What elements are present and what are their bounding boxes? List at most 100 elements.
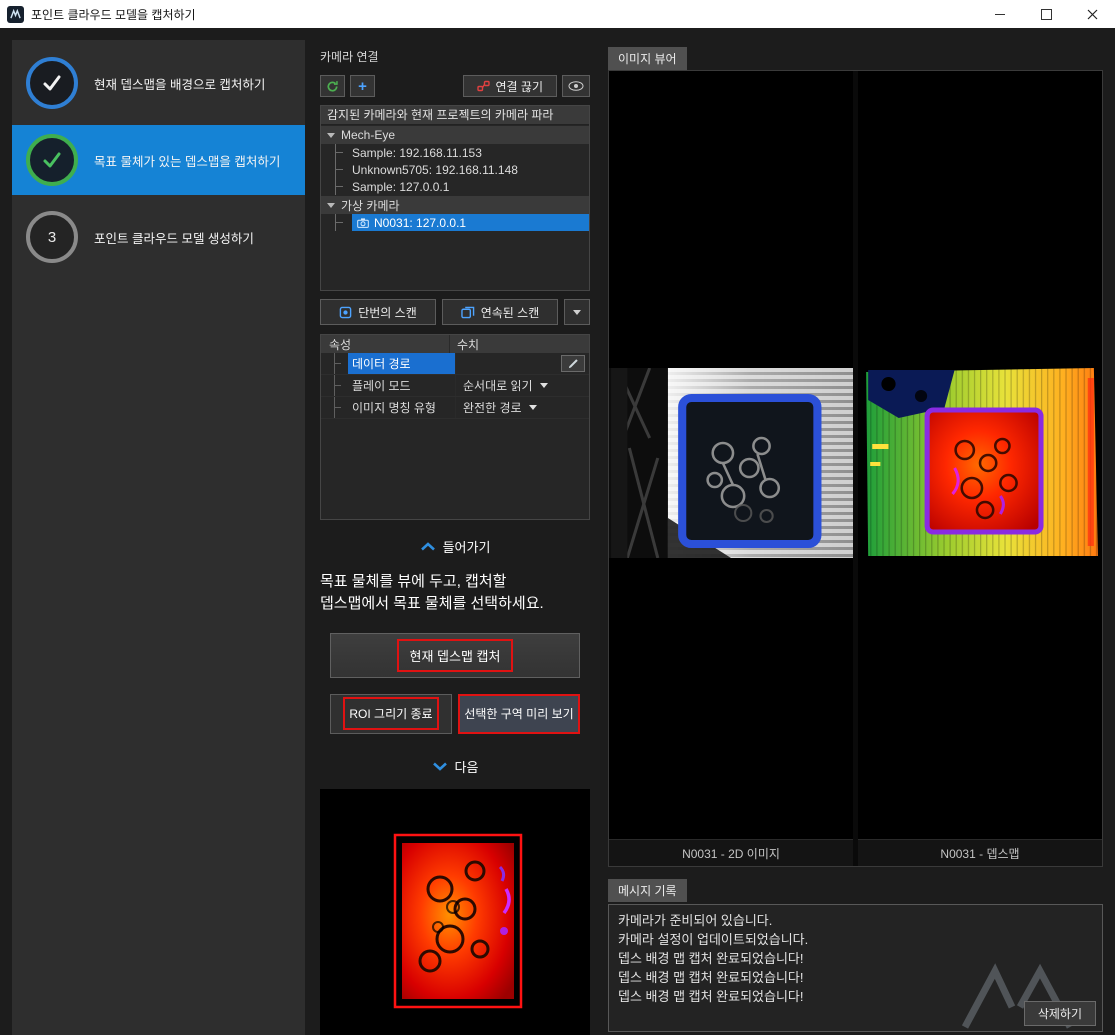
- image-viewer: N0031 - 2D 이미지: [608, 70, 1103, 867]
- camera-item[interactable]: Unknown5705: 192.168.11.148: [321, 161, 589, 178]
- delete-log-button[interactable]: 삭제하기: [1024, 1001, 1096, 1026]
- chevron-down-icon: [573, 310, 581, 315]
- value-column-header: 수치: [449, 335, 589, 353]
- camera-item[interactable]: Sample: 127.0.0.1: [321, 178, 589, 195]
- play-mode-value: 순서대로 읽기: [463, 377, 533, 394]
- window-controls: [977, 0, 1115, 28]
- expander-icon[interactable]: [327, 203, 335, 208]
- caption-2d-image: N0031 - 2D 이미지: [609, 839, 853, 866]
- single-scan-button[interactable]: 단번의 스캔: [320, 299, 436, 325]
- end-roi-drawing-button[interactable]: ROI 그리기 종료: [330, 694, 452, 734]
- property-name-play-mode: 플레이 모드: [348, 375, 455, 396]
- viewer-panel: 이미지 뷰어: [608, 47, 1103, 1032]
- step-3-generate-model[interactable]: 3 포인트 클라우드 모델 생성하기: [12, 202, 305, 272]
- log-message: 카메라 설정이 업데이트되었습니다.: [618, 930, 1093, 949]
- eye-icon: [568, 81, 584, 91]
- selected-camera-label: N0031: 127.0.0.1: [374, 216, 466, 230]
- continuous-scan-button[interactable]: 연속된 스캔: [442, 299, 558, 325]
- tree-branch: [335, 214, 347, 231]
- camera-item-label: Unknown5705: 192.168.11.148: [352, 163, 518, 177]
- step-2-label: 목표 물체가 있는 뎁스맵을 캡처하기: [94, 151, 280, 170]
- camera-item[interactable]: Sample: 192.168.11.153: [321, 144, 589, 161]
- message-log-tab[interactable]: 메시지 기록: [608, 879, 687, 902]
- message-log[interactable]: 카메라가 준비되어 있습니다. 카메라 설정이 업데이트되었습니다. 뎁스 배경…: [608, 904, 1103, 1032]
- image-depth-map[interactable]: [858, 71, 1102, 839]
- roi-preview-image: [320, 789, 590, 1035]
- tree-group-label: Mech-Eye: [341, 128, 395, 142]
- maximize-button[interactable]: [1023, 0, 1069, 28]
- table-row-image-name-type[interactable]: 이미지 명칭 유형 완전한 경로: [321, 397, 589, 419]
- capture-button-label: 현재 뎁스맵 캡처: [397, 639, 514, 672]
- disconnect-button[interactable]: 연결 끊기: [463, 75, 558, 97]
- step-3-number-badge: 3: [26, 211, 78, 263]
- single-scan-label: 단번의 스캔: [358, 304, 417, 321]
- refresh-icon: [326, 80, 339, 93]
- collapse-label: 들어가기: [443, 537, 491, 556]
- minimize-button[interactable]: [977, 0, 1023, 28]
- window-title: 포인트 클라우드 모델을 캡처하기: [31, 6, 196, 23]
- tree-group-label: 가상 카메라: [341, 197, 400, 214]
- viewer-panel-depth[interactable]: N0031 - 뎁스맵: [858, 71, 1102, 866]
- tree-group-mech-eye[interactable]: Mech-Eye: [321, 126, 589, 144]
- dropdown-arrow-icon: [529, 405, 537, 410]
- dropdown-arrow-icon: [540, 383, 548, 388]
- image-2d[interactable]: [609, 71, 853, 839]
- play-mode-select[interactable]: 순서대로 읽기: [455, 375, 589, 396]
- message-log-section: 메시지 기록 카메라가 준비되어 있습니다. 카메라 설정이 업데이트되었습니다…: [608, 879, 1103, 1032]
- pencil-icon: [568, 358, 579, 369]
- plus-icon: +: [358, 79, 367, 94]
- image-name-type-select[interactable]: 완전한 경로: [455, 397, 589, 418]
- edit-path-button[interactable]: [561, 355, 585, 372]
- tree-group-virtual-camera[interactable]: 가상 카메라: [321, 196, 589, 214]
- next-label: 다음: [455, 757, 479, 776]
- camera-list[interactable]: 감지된 카메라와 현재 프로젝트의 카메라 파라 Mech-Eye Sample…: [320, 105, 590, 291]
- property-name-image-name-type: 이미지 명칭 유형: [348, 397, 455, 418]
- disconnect-icon: [477, 80, 490, 92]
- continuous-scan-label: 연속된 스캔: [481, 304, 540, 321]
- maximize-icon: [1041, 9, 1052, 20]
- disconnect-label: 연결 끊기: [496, 78, 544, 95]
- camera-item-label: Sample: 127.0.0.1: [352, 180, 449, 194]
- app-window: 포인트 클라우드 모델을 캡처하기 현재 뎁스맵을 배경으로 캡처하기 목표 물: [0, 0, 1115, 1035]
- tree-branch: [334, 375, 344, 396]
- camera-icon: [357, 218, 369, 228]
- step-2-capture-target[interactable]: 목표 물체가 있는 뎁스맵을 캡처하기: [12, 125, 305, 195]
- roi-buttons-row: ROI 그리기 종료 선택한 구역 미리 보기: [330, 694, 580, 734]
- expander-icon[interactable]: [327, 133, 335, 138]
- selected-camera[interactable]: N0031: 127.0.0.1: [352, 214, 589, 231]
- camera-panel-title: 카메라 연결: [320, 48, 590, 65]
- next-section-link[interactable]: 다음: [320, 757, 590, 776]
- preview-selected-area-button[interactable]: 선택한 구역 미리 보기: [458, 694, 580, 734]
- continuous-scan-icon: [461, 306, 475, 319]
- log-message: 카메라가 준비되어 있습니다.: [618, 911, 1093, 930]
- close-icon: [1087, 9, 1098, 20]
- table-row-play-mode[interactable]: 플레이 모드 순서대로 읽기: [321, 375, 589, 397]
- image-name-type-value: 완전한 경로: [463, 399, 522, 416]
- property-name-data-path[interactable]: 데이터 경로: [348, 353, 455, 374]
- tree-branch: [335, 178, 347, 195]
- chevron-down-icon: [432, 762, 448, 771]
- step-1-capture-background[interactable]: 현재 뎁스맵을 배경으로 캡처하기: [12, 48, 305, 118]
- instruction-line-1: 목표 물체를 뷰에 두고, 캡처할: [320, 571, 590, 593]
- property-table[interactable]: 속성 수치 데이터 경로: [320, 334, 590, 520]
- tree-branch: [334, 397, 344, 418]
- table-row-data-path[interactable]: 데이터 경로: [321, 353, 589, 375]
- roi-button-label: ROI 그리기 종료: [343, 697, 438, 730]
- scan-options-dropdown[interactable]: [564, 299, 590, 325]
- eye-view-button[interactable]: [562, 75, 590, 97]
- image-viewer-tab[interactable]: 이미지 뷰어: [608, 47, 687, 70]
- instruction-line-2: 뎁스맵에서 목표 물체를 선택하세요.: [320, 593, 590, 615]
- scan-buttons-row: 단번의 스캔 연속된 스캔: [320, 299, 590, 325]
- camera-item-selected[interactable]: N0031: 127.0.0.1: [321, 214, 589, 231]
- capture-depth-map-button[interactable]: 현재 뎁스맵 캡처: [330, 633, 580, 678]
- camera-item-label: Sample: 192.168.11.153: [352, 146, 482, 160]
- app-icon: [7, 6, 24, 23]
- viewer-panel-2d[interactable]: N0031 - 2D 이미지: [609, 71, 853, 866]
- refresh-button[interactable]: [320, 75, 345, 97]
- camera-panel: 카메라 연결 + 연결 끊기 감지된 카메라와 현재 프로젝트의 카메라 파라: [320, 48, 590, 1035]
- add-camera-button[interactable]: +: [350, 75, 375, 97]
- close-button[interactable]: [1069, 0, 1115, 28]
- collapse-section-link[interactable]: 들어가기: [320, 537, 590, 556]
- minimize-icon: [995, 14, 1005, 15]
- preview-button-label: 선택한 구역 미리 보기: [464, 705, 573, 722]
